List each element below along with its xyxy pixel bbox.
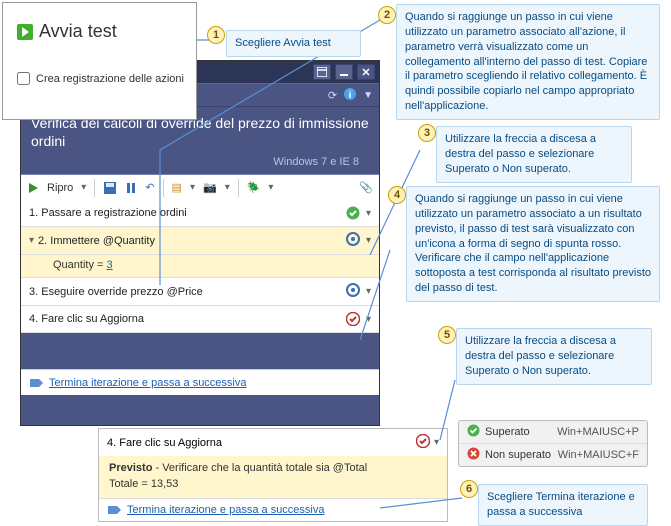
play-icon: [17, 24, 33, 40]
chevron-down-icon[interactable]: ▾: [268, 182, 273, 193]
step-label: 1. Passare a registrazione ordini: [29, 207, 187, 219]
next-iteration-icon: [29, 376, 43, 390]
status-pass-icon: [346, 206, 360, 220]
parameter-name: Quantity =: [53, 259, 103, 271]
pass-label: Superato: [485, 426, 530, 438]
test-step[interactable]: 4. Fare clic su Aggiorna ▾: [21, 306, 379, 333]
status-fail-icon: [467, 447, 480, 463]
expand-icon[interactable]: ▾: [29, 235, 34, 246]
parameter-value-link[interactable]: 3: [107, 259, 113, 271]
fail-option[interactable]: Non superato Win+MAIUSC+F: [459, 443, 647, 466]
avvia-test-box: Avvia test Crea registrazione delle azio…: [2, 2, 197, 120]
create-action-recording-checkbox[interactable]: [17, 72, 30, 85]
minimize-icon[interactable]: [335, 64, 353, 80]
step-label: 3. Eseguire override prezzo @Price: [29, 286, 203, 298]
test-step[interactable]: ▾ 2. Immettere @Quantity ▾: [21, 227, 379, 255]
badge-3: 3: [418, 124, 436, 142]
pass-shortcut: Win+MAIUSC+P: [557, 426, 639, 438]
document-icon[interactable]: ▤: [172, 181, 182, 194]
next-iteration-icon[interactable]: ▼: [363, 90, 373, 101]
chevron-down-icon[interactable]: ▾: [81, 182, 86, 193]
step-parameter-row: Quantity = 3: [21, 255, 379, 278]
step-dropdown-icon[interactable]: ▾: [366, 314, 371, 325]
status-info-icon: [346, 312, 360, 326]
fail-label: Non superato: [485, 449, 551, 461]
pause-icon[interactable]: [125, 182, 137, 194]
status-active-icon: [346, 232, 360, 249]
chevron-down-icon[interactable]: ▾: [190, 182, 195, 193]
status-expected-icon: [416, 434, 430, 451]
callout-4: Quando si raggiunge un passo in cui vien…: [406, 186, 660, 302]
callout-1: Scegliere Avvia test: [226, 30, 361, 57]
badge-6: 6: [460, 480, 478, 498]
close-icon[interactable]: ✕: [357, 64, 375, 80]
step-dropdown-icon[interactable]: ▾: [366, 286, 371, 297]
chevron-down-icon[interactable]: ▾: [225, 182, 230, 193]
play-icon[interactable]: [27, 182, 39, 194]
repro-dropdown[interactable]: Ripro: [47, 182, 73, 194]
step-detail-header: 4. Fare clic su Aggiorna: [107, 437, 222, 449]
status-active-icon: [346, 283, 360, 300]
badge-5: 5: [438, 326, 456, 344]
undo-icon[interactable]: ↶: [145, 181, 154, 194]
end-iteration-link[interactable]: Termina iterazione e passa a successiva: [127, 504, 324, 516]
test-step[interactable]: 3. Eseguire override prezzo @Price ▾: [21, 278, 379, 306]
info-icon[interactable]: i: [343, 87, 357, 104]
pass-option[interactable]: Superato Win+MAIUSC+P: [459, 421, 647, 443]
expected-total: Totale = 13,53: [109, 478, 437, 490]
test-steps-list: 1. Passare a registrazione ordini ▾ ▾ 2. …: [21, 200, 379, 333]
bug-icon[interactable]: 🪲: [247, 181, 261, 194]
avvia-test-label: Avvia test: [39, 21, 117, 42]
step-label: 2. Immettere @Quantity: [38, 235, 155, 247]
badge-2: 2: [378, 6, 396, 24]
svg-text:i: i: [349, 90, 352, 101]
badge-4: 4: [388, 186, 406, 204]
fail-shortcut: Win+MAIUSC+F: [558, 449, 639, 461]
step-dropdown-icon[interactable]: ▾: [366, 208, 371, 219]
camera-icon[interactable]: 📷: [203, 181, 217, 194]
end-iteration-link[interactable]: Termina iterazione e passa a successiva: [49, 377, 246, 389]
pass-fail-menu: Superato Win+MAIUSC+P Non superato Win+M…: [458, 420, 648, 467]
test-environment: Windows 7 e IE 8: [31, 156, 369, 168]
expected-label: Previsto: [109, 462, 152, 474]
next-iteration-icon: [107, 503, 121, 517]
avvia-test-button[interactable]: Avvia test: [17, 21, 186, 42]
test-title: Verifica dei calcoli di override del pre…: [31, 115, 369, 150]
callout-3: Utilizzare la freccia a discesa a destra…: [436, 126, 632, 183]
panel-footer: Termina iterazione e passa a successiva: [21, 369, 379, 395]
expected-description: - Verificare che la quantità totale sia …: [155, 462, 367, 474]
save-icon[interactable]: [103, 181, 117, 195]
create-action-recording-label: Crea registrazione delle azioni: [36, 73, 184, 85]
step-dropdown-icon[interactable]: ▾: [434, 437, 439, 448]
callout-2: Quando si raggiunge un passo in cui vien…: [396, 4, 660, 120]
step-detail-card: 4. Fare clic su Aggiorna ▾ Previsto - Ve…: [98, 428, 448, 522]
callout-5: Utilizzare la freccia a discesa a destra…: [456, 328, 652, 385]
dock-icon[interactable]: [313, 64, 331, 80]
callout-6: Scegliere Termina iterazione e passa a s…: [478, 484, 648, 526]
attachment-icon[interactable]: 📎: [359, 181, 373, 194]
step-dropdown-icon[interactable]: ▾: [366, 235, 371, 246]
badge-1: 1: [207, 26, 225, 44]
test-step[interactable]: 1. Passare a registrazione ordini ▾: [21, 200, 379, 227]
status-pass-icon: [467, 424, 480, 440]
toolbar: Ripro ▾ ↶ ▤ ▾ 📷 ▾ 🪲 ▾ 📎: [21, 174, 379, 200]
step-label: 4. Fare clic su Aggiorna: [29, 313, 144, 325]
refresh-icon[interactable]: ⟳: [328, 89, 337, 102]
